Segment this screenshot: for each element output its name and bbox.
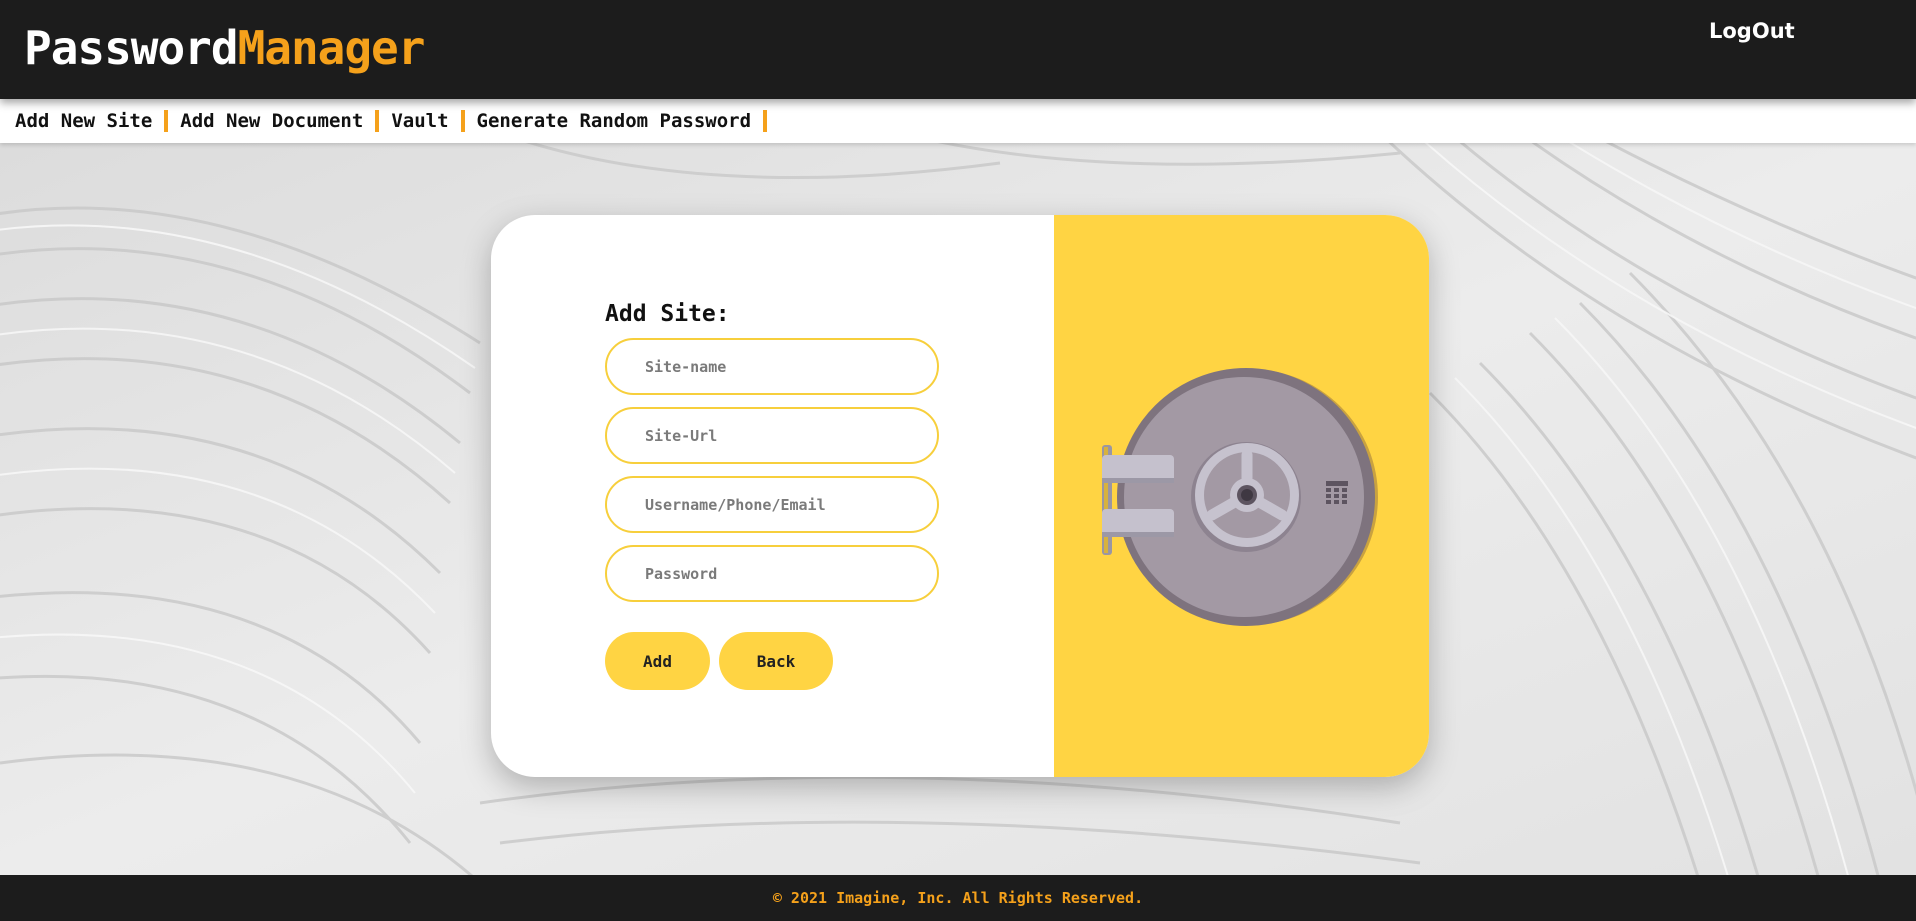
add-site-card: Add Site: Add Back (491, 215, 1429, 777)
username-input[interactable] (605, 476, 939, 533)
top-header: PasswordManager LogOut (0, 0, 1916, 99)
nav-separator (763, 110, 768, 132)
logout-link[interactable]: LogOut (1709, 19, 1795, 43)
nav-add-new-site[interactable]: Add New Site (15, 110, 152, 132)
vault-door-icon (1102, 368, 1378, 626)
nav-separator (164, 110, 169, 132)
form-title: Add Site: (605, 301, 730, 327)
back-button[interactable]: Back (719, 632, 833, 690)
page-footer: © 2021 Imagine, Inc. All Rights Reserved… (0, 875, 1916, 921)
illustration-panel (1054, 215, 1429, 777)
main-nav: Add New Site Add New Document Vault Gene… (0, 99, 1916, 143)
logo-text-password: Password (24, 21, 239, 75)
copyright-text: © 2021 Imagine, Inc. All Rights Reserved… (772, 889, 1144, 907)
password-input[interactable] (605, 545, 939, 602)
add-button[interactable]: Add (605, 632, 710, 690)
app-logo[interactable]: PasswordManager (24, 18, 426, 78)
site-name-input[interactable] (605, 338, 939, 395)
logo-text-manager: Manager (237, 21, 426, 75)
nav-vault[interactable]: Vault (391, 110, 448, 132)
nav-separator (460, 110, 465, 132)
nav-separator (375, 110, 380, 132)
nav-generate-random-password[interactable]: Generate Random Password (477, 110, 752, 132)
nav-add-new-document[interactable]: Add New Document (180, 110, 363, 132)
site-url-input[interactable] (605, 407, 939, 464)
